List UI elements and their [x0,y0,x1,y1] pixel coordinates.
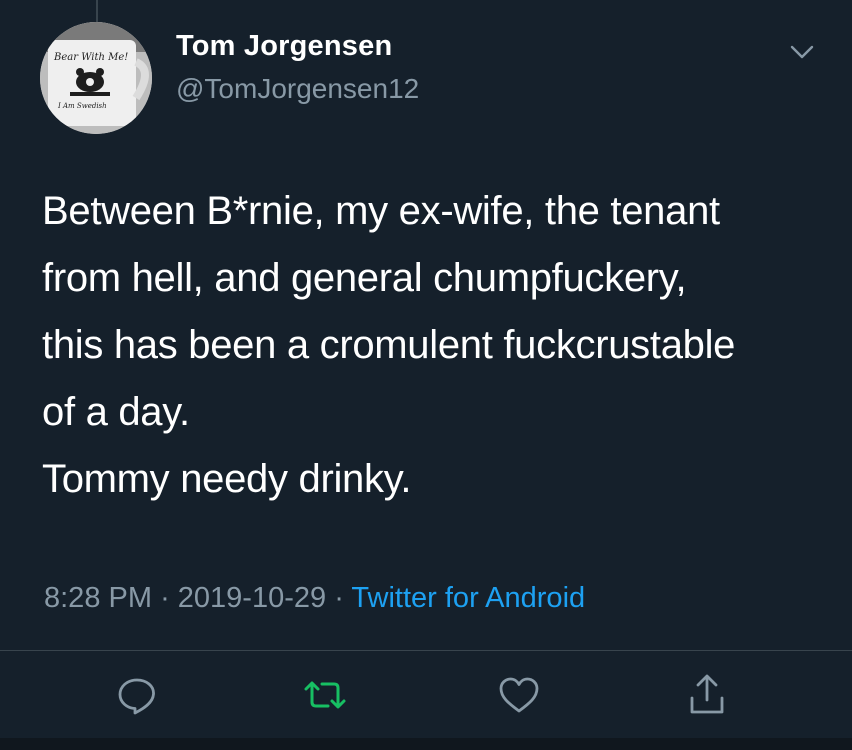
mug-avatar-icon: Bear With Me! I Am Swedish [40,22,152,134]
tweet-metadata: 8:28 PM · 2019-10-29 · Twitter for Andro… [44,582,585,615]
avatar[interactable]: Bear With Me! I Am Swedish [40,22,152,134]
tweet-text-line: from hell, and general chumpfuckery, [42,256,687,300]
thread-connector-line [96,0,98,22]
tweet-text-line: this has been a cromulent fuckcrustable [42,323,736,367]
tweet-text-line: Between B*rnie, my ex-wife, the tenant [42,189,720,233]
author-handle[interactable]: @TomJorgensen12 [176,73,419,105]
mug-bottom-text: I Am Swedish [57,102,107,110]
tweet-source-link[interactable]: Twitter for Android [351,582,585,614]
chevron-down-icon[interactable] [788,38,816,66]
tweet-time: 8:28 PM [44,582,152,614]
divider [0,650,852,651]
reply-icon [118,678,155,715]
author-display-name[interactable]: Tom Jorgensen [176,30,392,63]
mug-top-text: Bear With Me! [53,52,128,63]
meta-separator: · [160,582,170,614]
like-button[interactable] [496,672,542,718]
retweet-button[interactable] [302,672,348,718]
heart-icon [499,677,539,713]
share-button[interactable] [684,672,730,718]
tweet-date: 2019-10-29 [177,582,327,614]
bottom-bar [0,738,852,750]
tweet-text-line: of a day. [42,390,190,434]
retweet-icon [304,681,346,709]
tweet-text-line: Tommy needy drinky. [42,457,412,501]
meta-separator: · [334,582,344,614]
tweet-text: Between B*rnie, my ex-wife, the tenant f… [42,178,832,513]
share-icon [690,674,724,714]
reply-button[interactable] [114,672,160,718]
